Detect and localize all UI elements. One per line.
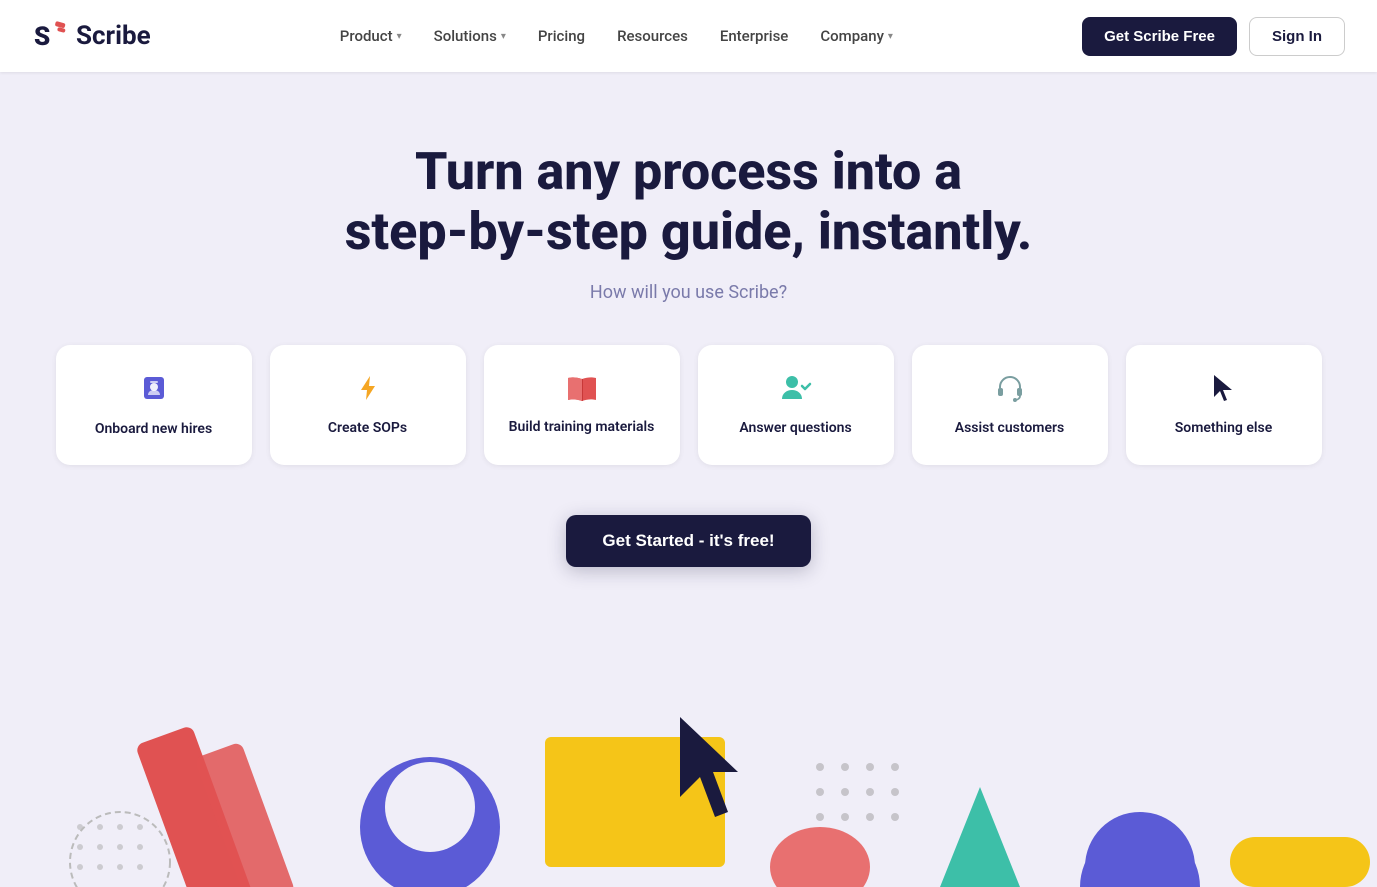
get-scribe-free-button[interactable]: Get Scribe Free xyxy=(1082,17,1237,56)
navbar: S Scribe Product ▾ Solutions ▾ Pricing R… xyxy=(0,0,1377,72)
card-training-label: Build training materials xyxy=(509,419,655,435)
nav-enterprise[interactable]: Enterprise xyxy=(720,27,788,45)
hero-title: Turn any process into a step-by-step gui… xyxy=(289,142,1089,262)
chevron-down-icon: ▾ xyxy=(888,31,893,42)
hero-subtitle: How will you use Scribe? xyxy=(20,282,1357,303)
nav-pricing[interactable]: Pricing xyxy=(538,27,585,45)
logo[interactable]: S Scribe xyxy=(32,17,151,55)
book-icon xyxy=(566,374,598,407)
card-training[interactable]: Build training materials xyxy=(484,345,680,465)
card-sops[interactable]: Create SOPs xyxy=(270,345,466,465)
card-questions[interactable]: Answer questions xyxy=(698,345,894,465)
lightning-icon xyxy=(353,373,383,408)
card-questions-label: Answer questions xyxy=(739,420,851,436)
card-customers-label: Assist customers xyxy=(955,420,1064,436)
logo-text: Scribe xyxy=(76,21,151,51)
sign-in-button[interactable]: Sign In xyxy=(1249,17,1345,56)
id-card-icon xyxy=(139,373,169,409)
nav-actions: Get Scribe Free Sign In xyxy=(1082,17,1345,56)
hero-section: Turn any process into a step-by-step gui… xyxy=(0,72,1377,657)
nav-links: Product ▾ Solutions ▾ Pricing Resources … xyxy=(340,27,893,45)
get-started-button[interactable]: Get Started - it's free! xyxy=(566,515,810,567)
headset-icon xyxy=(994,373,1026,408)
nav-product[interactable]: Product ▾ xyxy=(340,27,402,45)
nav-solutions[interactable]: Solutions ▾ xyxy=(434,27,506,45)
svg-text:S: S xyxy=(34,22,50,52)
cursor-icon xyxy=(1210,373,1238,408)
chevron-down-icon: ▾ xyxy=(501,31,506,42)
card-other[interactable]: Something else xyxy=(1126,345,1322,465)
nav-resources[interactable]: Resources xyxy=(617,27,688,45)
chevron-down-icon: ▾ xyxy=(397,31,402,42)
card-onboard[interactable]: Onboard new hires xyxy=(56,345,252,465)
use-case-cards: Onboard new hires Create SOPs Build trai… xyxy=(20,345,1357,465)
hero-illustration xyxy=(0,667,1377,887)
card-onboard-label: Onboard new hires xyxy=(95,421,212,437)
nav-company[interactable]: Company ▾ xyxy=(820,27,893,45)
person-check-icon xyxy=(780,373,812,408)
card-sops-label: Create SOPs xyxy=(328,420,407,436)
cta-section: Get Started - it's free! xyxy=(20,515,1357,567)
card-customers[interactable]: Assist customers xyxy=(912,345,1108,465)
card-other-label: Something else xyxy=(1175,420,1272,436)
